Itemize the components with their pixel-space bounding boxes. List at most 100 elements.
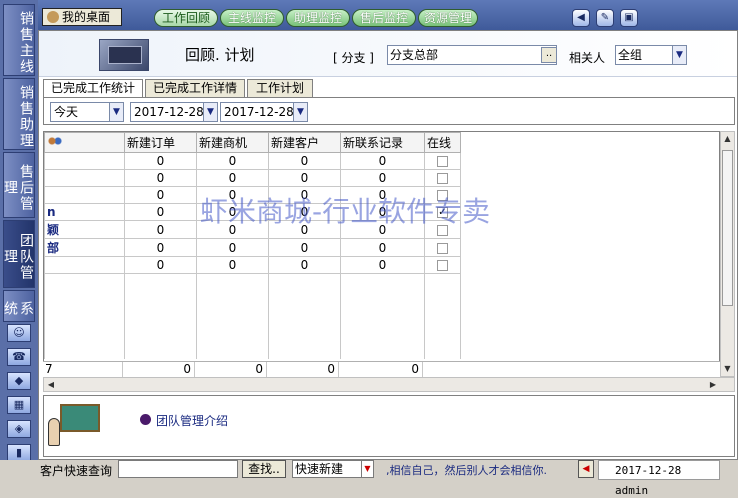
chevron-down-icon[interactable]: ▼: [672, 46, 686, 64]
row-value: 0: [196, 203, 269, 221]
header-new-orders[interactable]: 新建订单: [124, 132, 197, 153]
table-row[interactable]: 0000: [44, 169, 461, 187]
nav-tab-sales-assistant[interactable]: 销售助理: [3, 78, 35, 150]
search-button[interactable]: 查找..: [242, 460, 286, 478]
date-to-value: 2017-12-28: [224, 105, 294, 119]
row-value: 0: [268, 152, 341, 170]
nav-tab-system[interactable]: 系统: [2, 290, 35, 322]
empty-cell: [44, 324, 125, 342]
nav-tab-after-sales[interactable]: 售后管理: [2, 152, 35, 218]
row-value: 0: [340, 256, 425, 274]
header-online[interactable]: 在线: [424, 132, 461, 153]
table-row[interactable]: n 0 0 0 0 ✓: [44, 203, 461, 221]
online-checkbox[interactable]: [437, 173, 448, 184]
tab-assistant-monitor[interactable]: 助理监控: [286, 9, 350, 27]
tab-aftersales-monitor[interactable]: 售后监控: [352, 9, 416, 27]
tab-completed-stats[interactable]: 已完成工作统计: [43, 79, 143, 98]
chevron-down-icon[interactable]: ▼: [361, 461, 373, 477]
edit-icon[interactable]: ✎: [596, 9, 614, 27]
user-icon[interactable]: ☺: [7, 324, 31, 342]
row-value: 0: [340, 220, 425, 239]
motto-nav-icon[interactable]: ◀: [578, 460, 594, 478]
calculator-icon[interactable]: ▦: [7, 396, 31, 414]
team-management-intro-link[interactable]: 团队管理介绍: [156, 412, 228, 429]
nav-tab-team-management[interactable]: 团队管理: [2, 220, 35, 288]
desktop-user-icon: [47, 11, 59, 23]
row-online: [424, 238, 461, 257]
status-date-user: 2017-12-28 admin: [598, 460, 720, 497]
header-new-customers[interactable]: 新建客户: [268, 132, 341, 153]
online-checkbox[interactable]: [437, 190, 448, 201]
branch-picker-button[interactable]: ..: [541, 47, 557, 63]
speaker-icon[interactable]: ◀: [572, 9, 590, 27]
chevron-down-icon[interactable]: ▼: [203, 103, 217, 121]
quick-new-select[interactable]: 快速新建 ▼: [292, 460, 374, 478]
summary-opportunities: 0: [195, 362, 267, 378]
scroll-down-icon[interactable]: ▼: [721, 362, 734, 376]
tab-mainline-monitor[interactable]: 主线监控: [220, 9, 284, 27]
scroll-left-icon[interactable]: ◀: [44, 378, 58, 391]
scroll-right-icon[interactable]: ▶: [706, 378, 720, 391]
empty-cell: [44, 307, 125, 325]
online-checkbox[interactable]: [437, 260, 448, 271]
window-icon[interactable]: ▣: [620, 9, 638, 27]
table-row[interactable]: 0000: [44, 186, 461, 204]
row-value: 0: [196, 256, 269, 274]
table-header-row: 新建订单 新建商机 新建客户 新联系记录 在线: [44, 132, 461, 153]
header-new-contacts[interactable]: 新联系记录: [340, 132, 425, 153]
table-row[interactable]: 0000: [44, 152, 461, 170]
empty-row: [44, 290, 461, 308]
empty-cell: [268, 324, 341, 342]
table-row[interactable]: 0000: [44, 256, 461, 274]
network-icon[interactable]: ◈: [7, 420, 31, 438]
tab-resource-management[interactable]: 资源管理: [418, 9, 478, 27]
map-icon[interactable]: ◆: [7, 372, 31, 390]
summary-row: 7 0 0 0 0: [43, 361, 720, 378]
quick-search-input[interactable]: [118, 460, 238, 478]
row-value: 0: [340, 203, 425, 221]
period-select[interactable]: 今天 ▼: [50, 102, 124, 122]
summary-orders: 0: [123, 362, 195, 378]
nav-tab-sales-mainline[interactable]: 销售主线: [3, 4, 35, 76]
fax-icon[interactable]: ☎: [7, 348, 31, 366]
tab-work-review[interactable]: 工作回顾: [154, 9, 218, 27]
empty-cell: [340, 290, 425, 308]
table-row[interactable]: 颖0000: [44, 220, 461, 239]
related-person-select[interactable]: 全组 ▼: [615, 45, 687, 65]
tab-completed-details[interactable]: 已完成工作详情: [145, 79, 245, 97]
row-online: [424, 256, 461, 274]
scroll-up-icon[interactable]: ▲: [721, 132, 734, 146]
empty-cell: [196, 273, 269, 291]
online-checkbox[interactable]: [437, 224, 448, 236]
online-checkbox[interactable]: [437, 242, 448, 254]
main-panel: 回顾. 计划 [ 分支 ] 分支总部 .. 相关人 全组 ▼ 已完成工作统计 已完…: [38, 30, 738, 460]
row-online: [424, 169, 461, 187]
tab-work-plan[interactable]: 工作计划: [247, 79, 313, 97]
row-value: 0: [340, 152, 425, 170]
scroll-thumb[interactable]: [722, 150, 733, 306]
row-value: 0: [268, 256, 341, 274]
row-online: [424, 186, 461, 204]
chevron-down-icon[interactable]: ▼: [293, 103, 307, 121]
date-from-picker[interactable]: 2017-12-28 ▼: [130, 102, 218, 122]
motto-text: ,相信自己，然后别人才会相信你.: [386, 464, 547, 477]
empty-cell: [424, 307, 461, 325]
empty-cell: [424, 341, 461, 359]
date-to-picker[interactable]: 2017-12-28 ▼: [220, 102, 308, 122]
table-row[interactable]: 部0000: [44, 238, 461, 257]
top-bar: 我的桌面 工作回顾 主线监控 助理监控 售后监控 资源管理 ◀ ✎ ▣: [38, 0, 738, 30]
chevron-down-icon[interactable]: ▼: [109, 103, 123, 121]
vertical-scrollbar[interactable]: ▲ ▼: [720, 131, 735, 377]
horizontal-scrollbar[interactable]: ◀ ▶: [43, 377, 735, 392]
online-checkbox[interactable]: [437, 156, 448, 167]
empty-cell: [340, 273, 425, 291]
online-checkbox[interactable]: ✓: [437, 207, 448, 218]
intro-panel: 团队管理介绍: [43, 395, 735, 457]
branch-field[interactable]: 分支总部: [387, 45, 557, 65]
empty-row: [44, 324, 461, 342]
my-desktop-button[interactable]: 我的桌面: [42, 8, 122, 26]
header-new-opportunities[interactable]: 新建商机: [196, 132, 269, 153]
empty-cell: [268, 273, 341, 291]
empty-cell: [340, 307, 425, 325]
row-value: 0: [124, 152, 197, 170]
